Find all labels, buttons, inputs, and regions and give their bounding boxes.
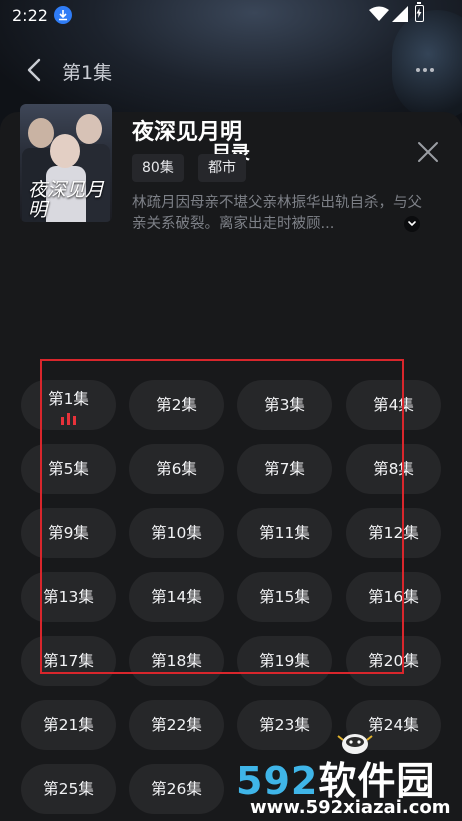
episode-label: 第12集 — [368, 524, 419, 542]
now-playing-icon — [61, 413, 76, 425]
episode-button-5[interactable]: 第5集 — [21, 444, 116, 494]
player-header: 第1集 — [0, 48, 462, 92]
episode-button-9[interactable]: 第9集 — [21, 508, 116, 558]
more-options-icon[interactable] — [416, 68, 437, 72]
wifi-icon — [369, 6, 389, 21]
episode-button-1[interactable]: 第1集 — [21, 380, 116, 430]
episode-button-3[interactable]: 第3集 — [237, 380, 332, 430]
watermark: 592软件园 www.592xiazai.com — [232, 752, 462, 821]
episode-label: 第2集 — [156, 396, 197, 414]
drama-title: 夜深见月明 — [132, 120, 243, 145]
episode-button-4[interactable]: 第4集 — [346, 380, 441, 430]
episode-button-18[interactable]: 第18集 — [129, 636, 224, 686]
status-time: 2:22 — [12, 6, 48, 25]
episode-label: 第13集 — [43, 588, 94, 606]
episode-label: 第21集 — [43, 716, 94, 734]
episode-button-25[interactable]: 第25集 — [21, 764, 116, 814]
episode-label: 第26集 — [151, 780, 202, 798]
episode-title: 第1集 — [62, 62, 113, 84]
episode-button-6[interactable]: 第6集 — [129, 444, 224, 494]
episode-label: 第4集 — [373, 396, 414, 414]
cover-caption: 夜深见月明 — [28, 179, 105, 221]
drama-cover-image: 夜深见月明 — [20, 104, 112, 222]
episode-button-2[interactable]: 第2集 — [129, 380, 224, 430]
battery-icon — [415, 2, 424, 22]
episode-button-22[interactable]: 第22集 — [129, 700, 224, 750]
episode-label: 第10集 — [151, 524, 202, 542]
status-bar: 2:22 — [0, 0, 462, 32]
episode-label: 第9集 — [48, 524, 89, 542]
back-arrow-icon[interactable] — [24, 58, 46, 82]
expand-chevron-icon[interactable] — [404, 216, 420, 232]
episode-button-21[interactable]: 第21集 — [21, 700, 116, 750]
drama-description: 林疏月因母亲不堪父亲林振华出轨自杀，与父亲关系破裂。离家出走时被顾... — [132, 195, 422, 232]
episode-button-23[interactable]: 第23集 — [237, 700, 332, 750]
episode-button-16[interactable]: 第16集 — [346, 572, 441, 622]
episode-label: 第22集 — [151, 716, 202, 734]
episode-button-10[interactable]: 第10集 — [129, 508, 224, 558]
episode-button-17[interactable]: 第17集 — [21, 636, 116, 686]
episode-label: 第14集 — [151, 588, 202, 606]
episode-label: 第24集 — [368, 716, 419, 734]
episode-label: 第5集 — [48, 460, 89, 478]
episode-button-11[interactable]: 第11集 — [237, 508, 332, 558]
episode-label: 第19集 — [259, 652, 310, 670]
episode-label: 第3集 — [264, 396, 305, 414]
signal-icon — [392, 6, 408, 22]
episode-label: 第18集 — [151, 652, 202, 670]
episode-button-12[interactable]: 第12集 — [346, 508, 441, 558]
episode-label: 第16集 — [368, 588, 419, 606]
episode-label: 第23集 — [259, 716, 310, 734]
genre-tag: 都市 — [198, 154, 246, 182]
episode-button-13[interactable]: 第13集 — [21, 572, 116, 622]
episode-button-15[interactable]: 第15集 — [237, 572, 332, 622]
episode-label: 第7集 — [264, 460, 305, 478]
episode-label: 第1集 — [48, 390, 89, 408]
episode-label: 第8集 — [373, 460, 414, 478]
episode-count-tag: 80集 — [132, 154, 184, 182]
episode-button-20[interactable]: 第20集 — [346, 636, 441, 686]
episode-button-19[interactable]: 第19集 — [237, 636, 332, 686]
watermark-url: www.592xiazai.com — [250, 797, 451, 818]
close-icon[interactable] — [417, 141, 439, 163]
episode-button-26[interactable]: 第26集 — [129, 764, 224, 814]
episode-label: 第6集 — [156, 460, 197, 478]
episode-button-7[interactable]: 第7集 — [237, 444, 332, 494]
episode-button-8[interactable]: 第8集 — [346, 444, 441, 494]
episode-label: 第15集 — [259, 588, 310, 606]
download-icon — [54, 6, 72, 24]
episode-button-14[interactable]: 第14集 — [129, 572, 224, 622]
episode-label: 第11集 — [259, 524, 310, 542]
episode-label: 第20集 — [368, 652, 419, 670]
episode-label: 第25集 — [43, 780, 94, 798]
episode-label: 第17集 — [43, 652, 94, 670]
